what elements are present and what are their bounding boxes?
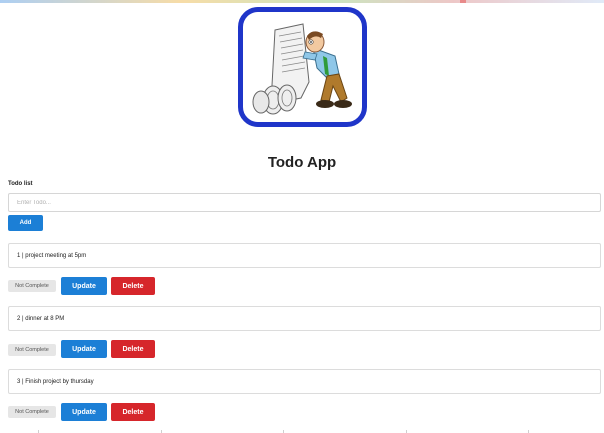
status-toggle-button[interactable]: Not Complete — [8, 344, 56, 356]
todo-input[interactable] — [8, 193, 601, 212]
delete-button[interactable]: Delete — [111, 277, 155, 295]
todo-list-label: Todo list — [8, 181, 33, 187]
app-logo — [238, 7, 367, 127]
delete-button[interactable]: Delete — [111, 340, 155, 358]
update-button[interactable]: Update — [61, 403, 107, 421]
browser-top-strip — [0, 0, 604, 3]
todo-item: 3 | Finish project by thursday — [8, 369, 601, 394]
man-reading-list-icon — [252, 23, 352, 115]
update-button[interactable]: Update — [61, 277, 107, 295]
todo-item-text: 2 | dinner at 8 PM — [17, 315, 65, 322]
delete-button[interactable]: Delete — [111, 403, 155, 421]
todo-item-text: 1 | project meeting at 5pm — [17, 252, 87, 259]
todo-item-text: 3 | Finish project by thursday — [17, 378, 94, 385]
add-button[interactable]: Add — [8, 215, 43, 231]
update-button[interactable]: Update — [61, 340, 107, 358]
page-title: Todo App — [267, 154, 337, 171]
todo-app-page: Todo App Todo list Add 1 | project meeti… — [0, 0, 604, 433]
todo-item: 2 | dinner at 8 PM — [8, 306, 601, 331]
todo-item: 1 | project meeting at 5pm — [8, 243, 601, 268]
status-toggle-button[interactable]: Not Complete — [8, 280, 56, 292]
status-toggle-button[interactable]: Not Complete — [8, 406, 56, 418]
